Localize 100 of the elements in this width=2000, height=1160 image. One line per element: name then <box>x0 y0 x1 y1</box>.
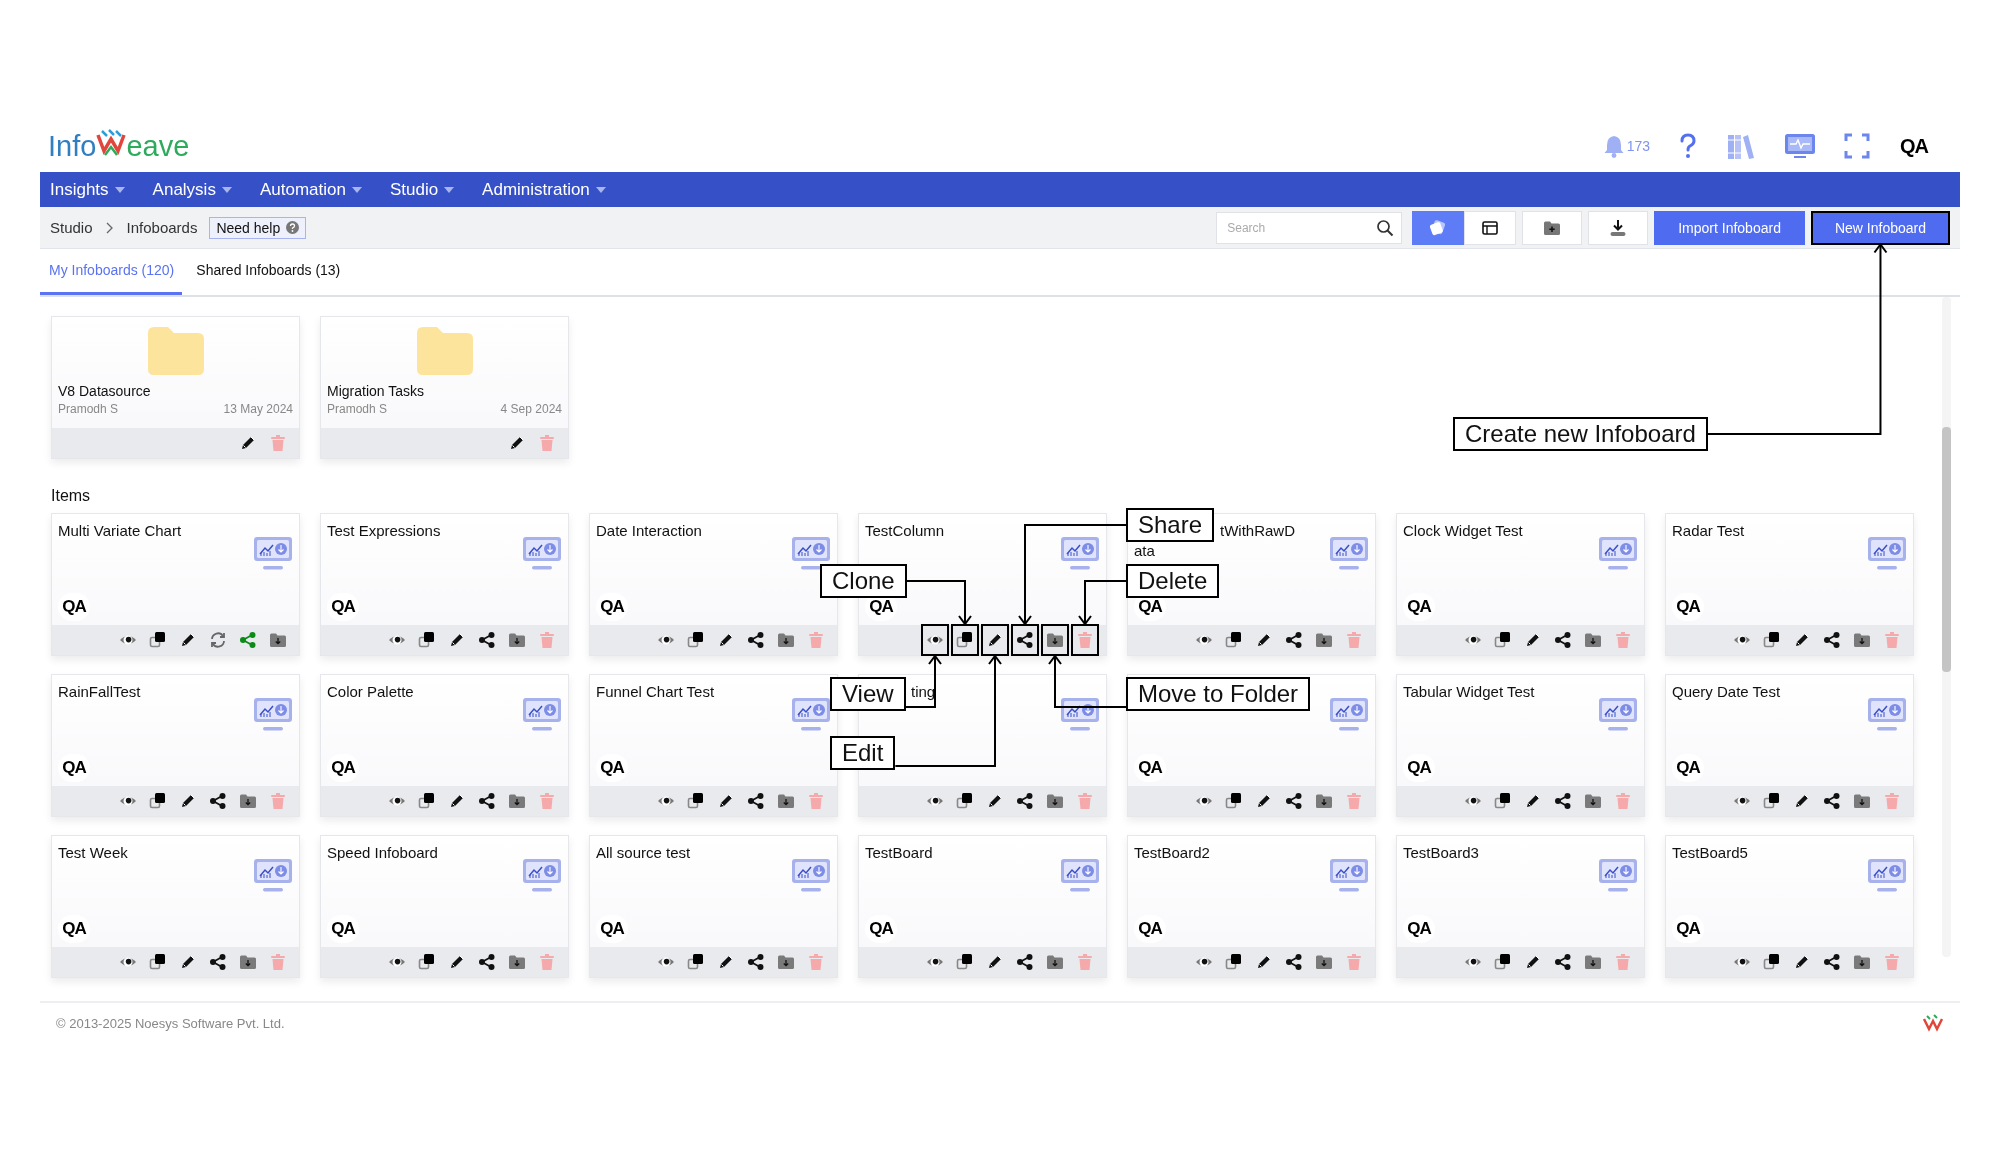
caret-icon[interactable] <box>351 186 362 193</box>
folder-arrow-icon[interactable] <box>1584 792 1602 810</box>
pencil-icon[interactable] <box>986 792 1004 810</box>
copy-icon[interactable] <box>149 792 167 810</box>
help-button[interactable]: Need help <box>209 216 307 239</box>
fullscreen-icon[interactable] <box>1844 133 1870 159</box>
table-view-icon[interactable] <box>1481 218 1500 237</box>
copy-icon[interactable] <box>956 953 974 971</box>
folder-arrow-icon[interactable] <box>239 792 257 810</box>
pencil-icon[interactable] <box>448 792 466 810</box>
refresh-icon[interactable] <box>209 631 227 649</box>
infoboard-card[interactable]: TestBoard5 QA <box>1665 835 1914 978</box>
folder-card[interactable]: V8 Datasource Pramodh S 13 May 2024 <box>51 316 300 459</box>
help-icon[interactable] <box>286 221 300 234</box>
share-icon[interactable] <box>1554 792 1572 810</box>
pencil-icon[interactable] <box>179 953 197 971</box>
folder-arrow-icon[interactable] <box>1046 631 1064 649</box>
infoboard-card[interactable]: RainFallTest QA <box>51 674 300 817</box>
folder-card[interactable]: Migration Tasks Pramodh S 4 Sep 2024 <box>320 316 569 459</box>
folder-arrow-icon[interactable] <box>1584 631 1602 649</box>
copy-icon[interactable] <box>687 792 705 810</box>
pencil-icon[interactable] <box>1255 792 1273 810</box>
scrollbar[interactable] <box>1942 297 1951 957</box>
folder-arrow-icon[interactable] <box>508 631 526 649</box>
folder-arrow-icon[interactable] <box>1315 953 1333 971</box>
share-icon[interactable] <box>1823 953 1841 971</box>
folder-arrow-icon[interactable] <box>269 631 287 649</box>
share-icon[interactable] <box>1016 631 1034 649</box>
share-icon[interactable] <box>478 792 496 810</box>
copy-icon[interactable] <box>418 792 436 810</box>
monitor-icon[interactable] <box>1784 133 1816 159</box>
tab[interactable]: My Infoboards (120) <box>40 249 183 295</box>
menu-item[interactable]: Insights <box>50 179 109 200</box>
search-field[interactable]: Search <box>1216 211 1403 244</box>
copy-icon[interactable] <box>1225 953 1243 971</box>
tab[interactable]: Shared Infoboards (13) <box>186 249 351 295</box>
infoboard-card[interactable]: Funnel Chart Test QA <box>589 674 838 817</box>
folder-arrow-icon[interactable] <box>239 953 257 971</box>
share-icon[interactable] <box>1285 953 1303 971</box>
share-icon[interactable] <box>747 953 765 971</box>
caret-icon[interactable] <box>114 186 125 193</box>
pencil-icon[interactable] <box>1793 631 1811 649</box>
share-icon[interactable] <box>1554 953 1572 971</box>
copy-icon[interactable] <box>149 953 167 971</box>
infoboard-card[interactable]: TestBoard QA <box>858 835 1107 978</box>
copy-icon[interactable] <box>1494 631 1512 649</box>
copy-icon[interactable] <box>1225 792 1243 810</box>
pencil-icon[interactable] <box>448 953 466 971</box>
breadcrumb-item[interactable]: Studio <box>50 219 93 236</box>
folder-arrow-icon[interactable] <box>777 631 795 649</box>
caret-icon[interactable] <box>221 186 232 193</box>
folder-arrow-icon[interactable] <box>777 792 795 810</box>
infoboard-card[interactable]: Speed Infoboard QA <box>320 835 569 978</box>
table-view-button[interactable] <box>1464 210 1517 245</box>
pencil-icon[interactable] <box>1793 792 1811 810</box>
help-icon[interactable] <box>1678 133 1698 159</box>
folder-arrow-icon[interactable] <box>1046 953 1064 971</box>
share-icon[interactable] <box>478 631 496 649</box>
copy-icon[interactable] <box>149 631 167 649</box>
download-button[interactable] <box>1588 210 1649 245</box>
share-icon[interactable] <box>1823 792 1841 810</box>
folder-arrow-icon[interactable] <box>1584 953 1602 971</box>
share-icon[interactable] <box>1016 953 1034 971</box>
pencil-icon[interactable] <box>1524 953 1542 971</box>
pencil-icon[interactable] <box>179 631 197 649</box>
pencil-icon[interactable] <box>1524 792 1542 810</box>
pencil-icon[interactable] <box>448 631 466 649</box>
copy-icon[interactable] <box>956 792 974 810</box>
folder-arrow-icon[interactable] <box>1853 792 1871 810</box>
copy-icon[interactable] <box>1225 631 1243 649</box>
share-icon[interactable] <box>1285 792 1303 810</box>
caret-icon[interactable] <box>444 186 455 193</box>
infoboard-card[interactable]: Color Palette QA <box>320 674 569 817</box>
infoboard-card[interactable]: TestBoard2 QA <box>1127 835 1376 978</box>
search-icon[interactable] <box>1376 218 1395 237</box>
copy-icon[interactable] <box>418 631 436 649</box>
pencil-icon[interactable] <box>717 792 735 810</box>
copy-icon[interactable] <box>1494 792 1512 810</box>
copy-icon[interactable] <box>956 631 974 649</box>
infoboard-card[interactable]: TestBoard3 QA <box>1396 835 1645 978</box>
action-button[interactable]: Import Infoboard <box>1654 210 1805 245</box>
share-icon[interactable] <box>1016 792 1034 810</box>
breadcrumb-item[interactable]: Infoboards <box>126 219 198 236</box>
folder-arrow-icon[interactable] <box>777 953 795 971</box>
folder-arrow-icon[interactable] <box>1853 953 1871 971</box>
folder-arrow-icon[interactable] <box>1046 792 1064 810</box>
share-icon[interactable] <box>747 792 765 810</box>
cards-view-button[interactable] <box>1412 210 1465 245</box>
folder-arrow-icon[interactable] <box>1315 631 1333 649</box>
copy-icon[interactable] <box>687 953 705 971</box>
copy-icon[interactable] <box>1763 953 1781 971</box>
menu-item[interactable]: Administration <box>482 179 590 200</box>
copy-icon[interactable] <box>1763 631 1781 649</box>
folder-arrow-icon[interactable] <box>1315 792 1333 810</box>
download-icon[interactable] <box>1609 218 1628 237</box>
infoboard-card[interactable]: Test Week QA <box>51 835 300 978</box>
pencil-icon[interactable] <box>179 792 197 810</box>
pencil-icon[interactable] <box>1255 631 1273 649</box>
pencil-icon[interactable] <box>1255 953 1273 971</box>
menu-item[interactable]: Analysis <box>152 179 216 200</box>
